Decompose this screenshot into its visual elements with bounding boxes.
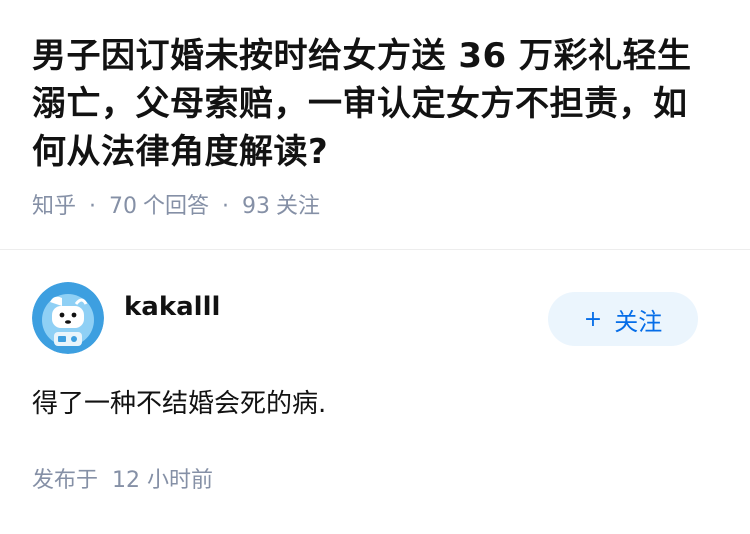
robot-astronaut-avatar-icon xyxy=(32,282,104,354)
follow-label: 关注 xyxy=(614,307,663,336)
answer-content[interactable]: 得了一种不结婚会死的病. xyxy=(32,386,718,422)
source-label[interactable]: 知乎 xyxy=(32,192,76,222)
avatar[interactable] xyxy=(32,282,104,354)
answer-card: kakalll + 关注 得了一种不结婚会死的病. 发布于 12 小时前 xyxy=(0,250,750,496)
follow-button[interactable]: + 关注 xyxy=(548,292,698,346)
question-header: 男子因订婚未按时给女方送 36 万彩礼轻生溺亡，父母索赔，一审认定女方不担责，如… xyxy=(0,0,750,250)
answers-count[interactable]: 70 xyxy=(109,192,137,222)
question-meta: 知乎 · 70 个回答 · 93 关注 xyxy=(32,192,718,222)
plus-icon: + xyxy=(583,306,603,332)
author-name[interactable]: kakalll xyxy=(124,290,220,324)
publish-time: 发布于 12 小时前 xyxy=(32,466,718,496)
meta-separator: · xyxy=(89,194,97,219)
followers-label[interactable]: 关注 xyxy=(276,192,320,222)
question-title[interactable]: 男子因订婚未按时给女方送 36 万彩礼轻生溺亡，父母索赔，一审认定女方不担责，如… xyxy=(32,32,718,176)
answers-label[interactable]: 个回答 xyxy=(143,192,209,222)
meta-separator: · xyxy=(222,194,230,219)
followers-count[interactable]: 93 xyxy=(242,192,270,222)
publish-prefix: 发布于 xyxy=(32,468,99,493)
author-info: kakalll + 关注 xyxy=(32,282,718,354)
publish-time-value: 12 小时前 xyxy=(112,468,214,493)
